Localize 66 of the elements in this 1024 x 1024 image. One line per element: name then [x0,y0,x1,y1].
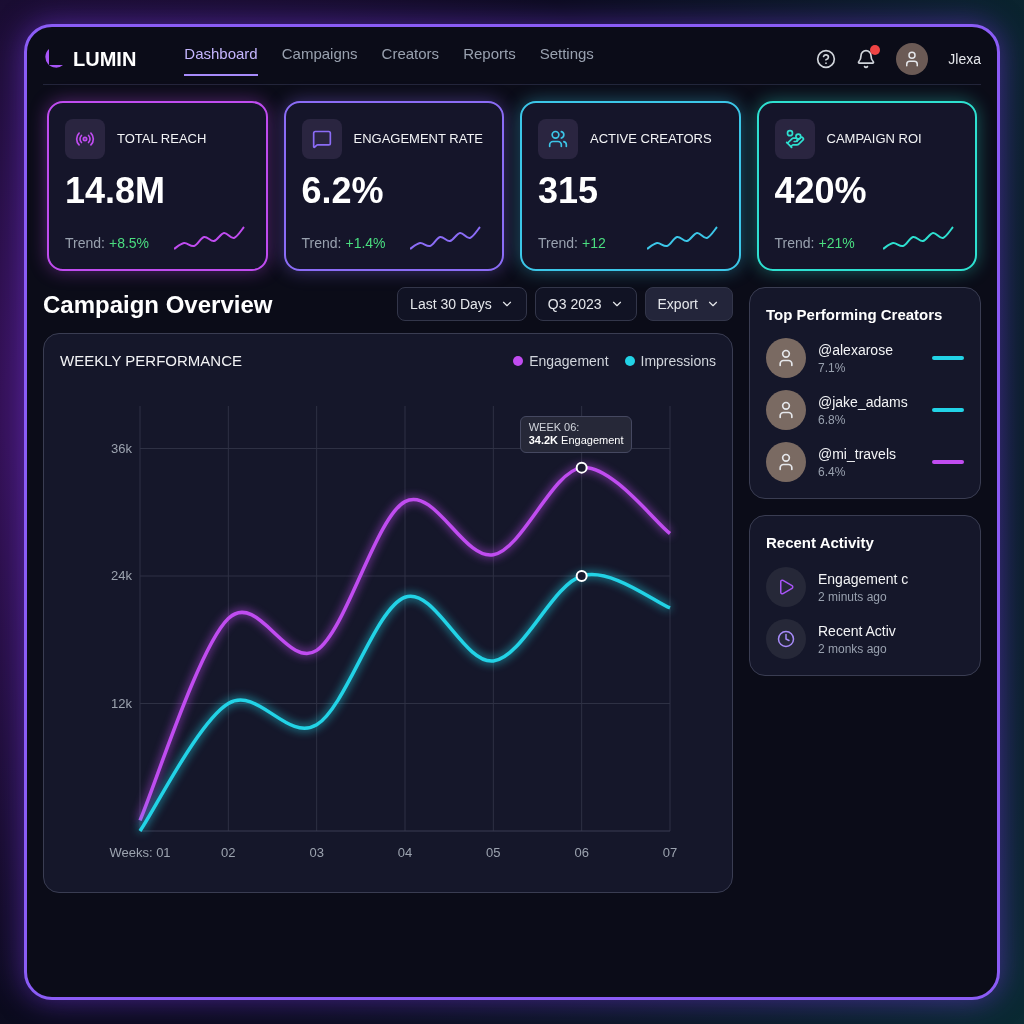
person-icon [776,400,796,420]
creator-handle: @alexarose [818,341,893,360]
stat-title: ENGAGEMENT RATE [353,129,484,148]
help-icon[interactable] [816,49,837,70]
stat-value: 420% [774,170,868,211]
card-title: Top Performing Creators [766,304,944,325]
trend-value: +12 [581,233,606,253]
activity-time: 2 monks ago [818,640,888,657]
people-icon [548,128,568,149]
filter-dropdown[interactable]: Q3 2023 [534,286,637,321]
y-tick-label: 36k [111,440,132,456]
user-name: Jlexa [948,50,981,70]
bell-icon[interactable] [856,49,877,70]
trend-label: Trend: [538,233,578,253]
trend-value: +21% [818,233,855,253]
stat-title: ACTIVE CREATORS [590,129,712,148]
creator-rate: 6.8% [818,412,847,428]
export-button[interactable]: Export [644,286,733,321]
x-tick-label: 07 [662,845,678,860]
person-icon [776,452,796,472]
activity-text: Engagement c [818,569,909,589]
activity-text: Recent Activ [818,621,896,641]
legend-label: Engagement [529,351,609,371]
trend-value: +1.4% [345,233,386,253]
stat-value: 6.2% [301,170,385,211]
card-title: Recent Activity [766,533,875,553]
x-tick-label: 04 [397,845,413,860]
chart-tooltip: WEEK 06: 34.2K Engagement [519,415,633,454]
avatar[interactable] [896,43,929,76]
chat-bubble-icon [311,128,332,149]
trend-value: +8.5% [108,233,150,253]
x-tick-label: 05 [486,845,501,860]
clock-icon [777,629,795,648]
y-tick-label: 12k [111,695,132,711]
x-tick-label: 03 [309,845,324,860]
stat-value: 315 [538,170,600,211]
creator-rate: 6.4% [818,464,847,480]
nav-tab[interactable]: Reports [463,43,516,76]
x-tick-label: 06 [574,845,589,860]
trend-label: Trend: [301,233,342,253]
y-tick-label: 24k [111,568,132,583]
x-tick-label: 02 [221,845,236,860]
stat-title: TOTAL REACH [117,129,207,148]
nav-tab[interactable]: Settings [539,43,594,76]
person-icon [776,348,796,368]
creator-rate: 7.1% [818,360,847,376]
chart-title: WEEKLY PERFORMANCE [60,350,242,371]
legend-label: Impressions [640,351,716,371]
filter-dropdown[interactable]: Last 30 Days [397,286,527,321]
hand-coins-icon [784,128,805,149]
data-point[interactable] [575,461,588,474]
x-tick-label: Weeks: 01 [109,845,171,860]
stat-value: 14.8M [65,170,167,211]
creator-handle: @jake_adams [818,393,908,412]
play-icon [777,577,795,596]
trend-label: Trend: [774,233,815,253]
brand-name: LUMIN [73,47,137,73]
trend-label: Trend: [65,233,105,253]
section-title: Campaign Overview [43,289,273,320]
creator-handle: @mi_travels [818,445,896,464]
stat-title: CAMPAIGN ROI [826,129,922,148]
activity-time: 2 minuts ago [818,588,888,605]
nav-tab[interactable]: Dashboard [184,43,258,76]
nav-tab[interactable]: Campaigns [281,43,358,76]
nav-tab[interactable]: Creators [381,43,440,76]
data-point[interactable] [575,570,588,582]
